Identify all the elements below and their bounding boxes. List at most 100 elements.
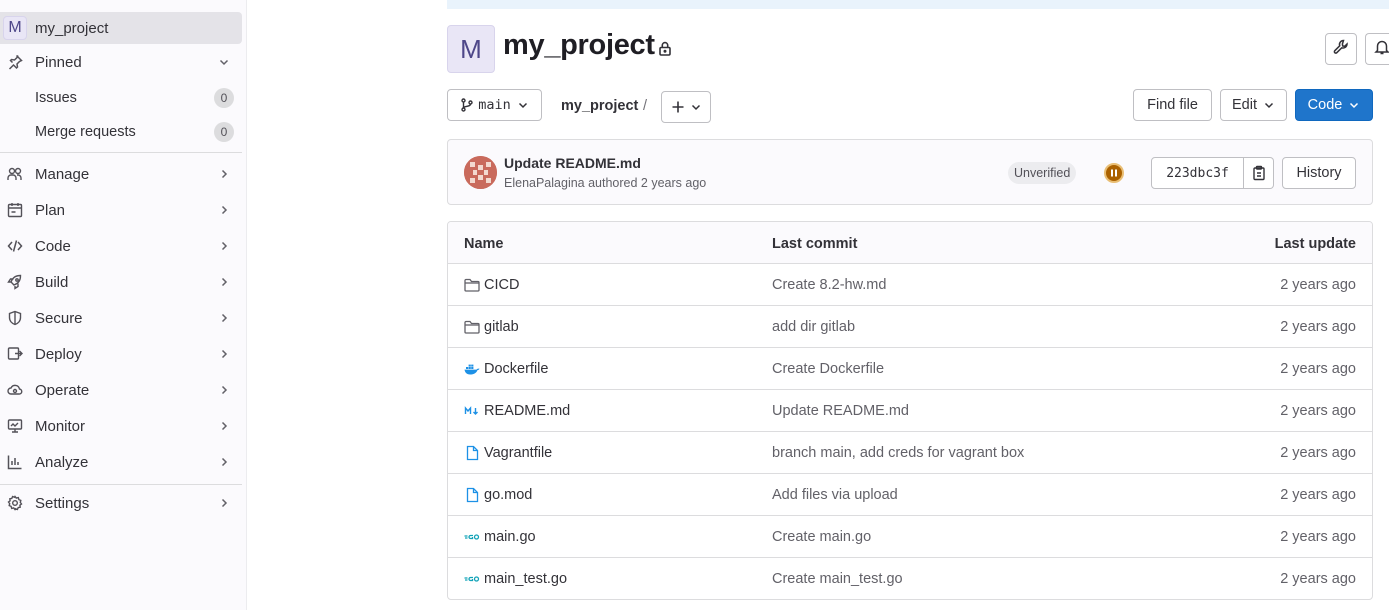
- sidebar-divider: [0, 484, 242, 485]
- file-name-link[interactable]: Dockerfile: [484, 361, 548, 377]
- sidebar-pinned-toggle[interactable]: Pinned: [0, 46, 242, 78]
- sidebar-item-label: Deploy: [35, 345, 82, 363]
- sidebar-item-issues[interactable]: Issues 0: [0, 83, 242, 113]
- file-name-link[interactable]: main_test.go: [484, 571, 567, 587]
- file-name-link[interactable]: README.md: [484, 403, 570, 419]
- file-last-commit-link[interactable]: Create main.go: [772, 529, 871, 545]
- file-name-link[interactable]: go.mod: [484, 487, 532, 503]
- rocket-icon: [7, 274, 23, 290]
- unverified-badge[interactable]: Unverified: [1008, 162, 1077, 184]
- edit-dropdown-button[interactable]: Edit: [1220, 89, 1287, 121]
- commit-sha[interactable]: 223dbc3f: [1151, 157, 1244, 189]
- thumbtack-icon: [7, 54, 23, 70]
- file-last-update: 2 years ago: [1280, 571, 1356, 587]
- sidebar-item-merge-requests[interactable]: Merge requests 0: [0, 117, 242, 147]
- sidebar-item-label: Merge requests: [35, 124, 136, 140]
- file-last-commit-link[interactable]: Create main_test.go: [772, 571, 903, 587]
- sidebar-item-build[interactable]: Build: [0, 266, 242, 298]
- sidebar-item-label: Build: [35, 273, 69, 291]
- table-row[interactable]: main_test.go Create main_test.go 2 years…: [448, 558, 1372, 599]
- monitor-icon: [7, 418, 23, 434]
- find-file-button[interactable]: Find file: [1133, 89, 1212, 121]
- table-row[interactable]: CICD Create 8.2-hw.md 2 years ago: [448, 264, 1372, 306]
- bell-icon: [1373, 39, 1389, 59]
- sidebar-item-plan[interactable]: Plan: [0, 194, 242, 226]
- breadcrumb-separator: /: [643, 98, 648, 114]
- sidebar-item-code[interactable]: Code: [0, 230, 242, 262]
- sidebar-item-secure[interactable]: Secure: [0, 302, 242, 334]
- project-avatar: M: [3, 16, 27, 40]
- sidebar-project-link[interactable]: M my_project: [0, 12, 242, 44]
- sidebar-item-analyze[interactable]: Analyze: [0, 446, 242, 478]
- table-row[interactable]: go.mod Add files via upload 2 years ago: [448, 474, 1372, 516]
- breadcrumb-project[interactable]: my_project: [561, 98, 638, 114]
- sidebar-item-label: Plan: [35, 201, 66, 219]
- branch-icon: [460, 98, 474, 112]
- sidebar-item-monitor[interactable]: Monitor: [0, 410, 242, 442]
- chevron-down-icon: [216, 54, 232, 70]
- file-last-update: 2 years ago: [1280, 277, 1356, 293]
- file-last-commit-link[interactable]: Create 8.2-hw.md: [772, 277, 886, 293]
- sidebar-item-label: Monitor: [35, 417, 86, 435]
- branch-name: main: [478, 97, 511, 113]
- chevron-right-icon: [216, 310, 232, 326]
- file-name-link[interactable]: CICD: [484, 277, 519, 293]
- users-icon: [7, 166, 23, 182]
- chevron-right-icon: [216, 274, 232, 290]
- sidebar-item-label: Operate: [35, 381, 90, 399]
- file-last-update: 2 years ago: [1280, 361, 1356, 377]
- chevron-right-icon: [216, 166, 232, 182]
- file-name-link[interactable]: Vagrantfile: [484, 445, 552, 461]
- file-name-link[interactable]: main.go: [484, 529, 536, 545]
- planning-icon: [7, 202, 23, 218]
- last-commit-panel: Update README.md ElenaPalagina authored …: [447, 139, 1373, 205]
- docker-icon: [464, 361, 480, 377]
- file-last-commit-link[interactable]: add dir gitlab: [772, 319, 855, 335]
- avatar[interactable]: [464, 156, 497, 189]
- file-last-commit-link[interactable]: Add files via upload: [772, 487, 898, 503]
- folder-icon: [464, 277, 480, 293]
- code-dropdown-button[interactable]: Code: [1295, 89, 1373, 121]
- chevron-right-icon: [216, 202, 232, 218]
- table-row[interactable]: Dockerfile Create Dockerfile 2 years ago: [448, 348, 1372, 390]
- chevron-right-icon: [216, 454, 232, 470]
- sidebar-item-label: Code: [35, 237, 71, 255]
- lock-icon: [658, 41, 672, 59]
- file-last-commit-link[interactable]: Create Dockerfile: [772, 361, 884, 377]
- history-button[interactable]: History: [1282, 157, 1356, 189]
- sidebar-item-operate[interactable]: Operate: [0, 374, 242, 406]
- table-row[interactable]: README.md Update README.md 2 years ago: [448, 390, 1372, 432]
- table-row[interactable]: main.go Create main.go 2 years ago: [448, 516, 1372, 558]
- file-last-update: 2 years ago: [1280, 445, 1356, 461]
- chevron-down-icon: [690, 101, 702, 113]
- file-last-commit-link[interactable]: branch main, add creds for vagrant box: [772, 445, 1024, 461]
- file-last-commit-link[interactable]: Update README.md: [772, 403, 909, 419]
- markdown-icon: [464, 403, 480, 419]
- cloud-gear-icon: [7, 382, 23, 398]
- sidebar-item-manage[interactable]: Manage: [0, 158, 242, 190]
- copy-sha-button[interactable]: [1244, 157, 1274, 189]
- commit-title-link[interactable]: Update README.md: [504, 155, 641, 171]
- chevron-down-icon: [517, 99, 529, 111]
- sidebar: M my_project Pinned Issues 0 Merge reque…: [0, 0, 247, 610]
- deployments-icon: [7, 346, 23, 362]
- code-label: Code: [1307, 97, 1343, 113]
- file-name-link[interactable]: gitlab: [484, 319, 519, 335]
- history-label: History: [1296, 165, 1342, 181]
- table-row[interactable]: Vagrantfile branch main, add creds for v…: [448, 432, 1372, 474]
- wrench-icon: [1333, 39, 1349, 59]
- sidebar-item-label: Issues: [35, 90, 77, 106]
- branch-selector[interactable]: main: [447, 89, 542, 121]
- chevron-right-icon: [216, 346, 232, 362]
- admin-wrench-button[interactable]: [1325, 33, 1357, 65]
- info-banner: [447, 0, 1389, 9]
- column-header-last-update: Last update: [1274, 236, 1356, 252]
- notifications-button[interactable]: [1365, 33, 1389, 65]
- table-row[interactable]: gitlab add dir gitlab 2 years ago: [448, 306, 1372, 348]
- sidebar-item-settings[interactable]: Settings: [0, 487, 242, 519]
- chevron-right-icon: [216, 495, 232, 511]
- add-to-tree-dropdown[interactable]: [661, 91, 711, 123]
- sidebar-project-name: my_project: [35, 19, 109, 37]
- sidebar-item-deploy[interactable]: Deploy: [0, 338, 242, 370]
- pipeline-paused-icon[interactable]: [1104, 163, 1124, 183]
